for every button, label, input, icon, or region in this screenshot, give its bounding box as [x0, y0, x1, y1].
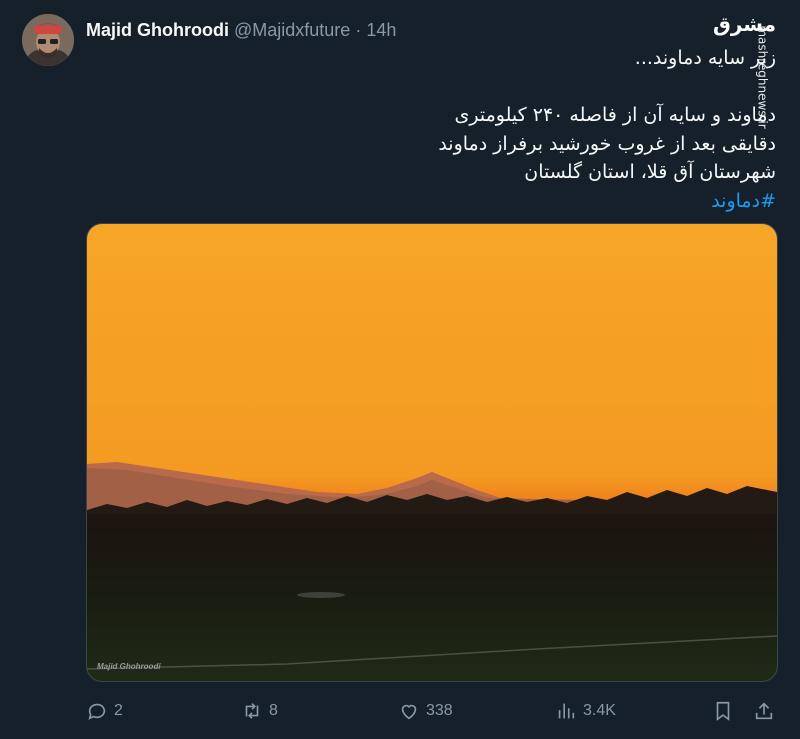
like-count: 338 — [426, 702, 453, 719]
share-button[interactable] — [753, 696, 775, 726]
tweet-text-line: شهرستان آق قلا، استان گلستان — [524, 161, 776, 183]
reply-button[interactable]: 2 — [86, 696, 123, 726]
share-icon — [755, 702, 773, 720]
retweet-count: 8 — [269, 702, 278, 719]
tweet-header: Majid Ghohroodi @Majidxfuture · 14h — [86, 18, 396, 42]
hashtag-link[interactable]: #دماوند — [86, 187, 776, 216]
views-button[interactable]: 3.4K — [555, 696, 616, 726]
author-handle[interactable]: @Majidxfuture — [234, 20, 350, 41]
photo-credit: Majid Ghohroodi — [97, 662, 161, 671]
heart-icon — [401, 704, 417, 720]
tweet-actions: 2 8 338 3.4K — [86, 696, 776, 726]
tweet-text-line: زیر سایه دماوند... — [634, 47, 776, 69]
analytics-icon — [558, 703, 575, 719]
bookmark-button[interactable] — [712, 696, 734, 726]
retweet-icon — [245, 703, 259, 719]
tweet-media[interactable]: Majid Ghohroodi — [86, 223, 778, 682]
like-button[interactable]: 338 — [398, 696, 453, 726]
tweet-text: زیر سایه دماوند... دماوند و سایه آن از ف… — [86, 44, 776, 215]
views-count: 3.4K — [583, 702, 616, 719]
avatar-photo — [22, 14, 74, 66]
avatar[interactable] — [22, 14, 74, 66]
bookmark-icon — [716, 701, 730, 721]
retweet-button[interactable]: 8 — [241, 696, 278, 726]
tweet-timestamp[interactable]: 14h — [366, 20, 396, 41]
reply-icon — [88, 703, 106, 720]
sunset-mountain-photo — [87, 224, 777, 681]
tweet-text-line: دقایقی بعد از غروب خورشید برفراز دماوند — [438, 132, 776, 155]
tweet-text-line: دماوند و سایه آن از فاصله ۲۴۰ کیلومتری — [454, 104, 776, 126]
tweet-text-spacer — [86, 73, 776, 102]
author-name[interactable]: Majid Ghohroodi — [86, 20, 229, 41]
header-separator: · — [355, 19, 362, 40]
reply-count: 2 — [114, 702, 123, 719]
